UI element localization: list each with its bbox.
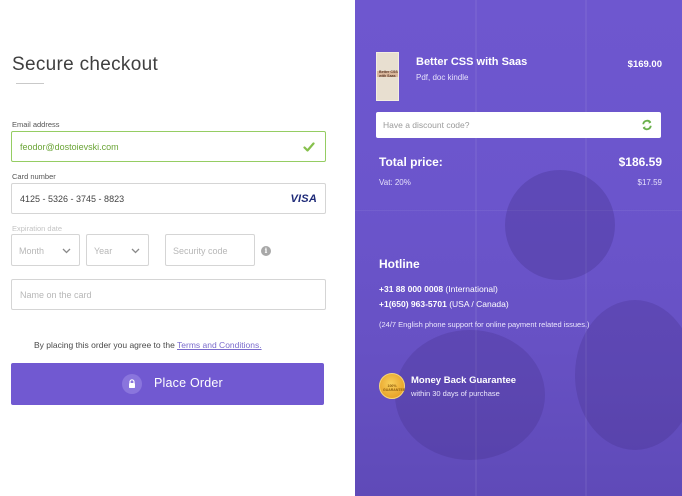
security-code-field[interactable]: Security code <box>165 234 255 266</box>
email-label: Email address <box>12 120 60 129</box>
checkout-form-panel: Secure checkout Email address feodor@dos… <box>0 0 355 496</box>
info-icon[interactable]: i <box>261 246 271 256</box>
phone-intl-number: +31 88 000 0008 <box>379 284 444 294</box>
security-code-placeholder: Security code <box>173 246 228 256</box>
background-decoration <box>505 170 615 280</box>
vat-value: $17.59 <box>637 178 662 187</box>
book-cover-text: Better CSS with Saas <box>379 70 398 78</box>
order-summary-panel: Better CSS with Saas Better CSS with Saa… <box>355 0 682 496</box>
phone-international[interactable]: +31 88 000 0008 (International) <box>379 284 498 294</box>
email-field[interactable]: feodor@dostoievski.com <box>11 131 326 162</box>
vat-label: Vat: 20% <box>379 178 411 187</box>
refresh-icon[interactable] <box>641 119 653 131</box>
year-select[interactable]: Year <box>86 234 149 266</box>
card-number-value: 4125 - 5326 - 3745 - 8823 <box>20 194 125 204</box>
email-value: feodor@dostoievski.com <box>20 142 119 152</box>
phone-intl-region: (International) <box>443 284 498 294</box>
chevron-down-icon <box>131 248 140 254</box>
discount-placeholder: Have a discount code? <box>383 120 470 130</box>
place-order-button[interactable]: Place Order <box>11 363 324 405</box>
guarantee-subtitle: within 30 days of purchase <box>411 389 500 398</box>
year-placeholder: Year <box>94 246 113 256</box>
hotline-title: Hotline <box>379 257 420 271</box>
badge-text: 100% GUARANTEE <box>383 384 406 392</box>
phone-usa-canada[interactable]: +1(650) 963-5701 (USA / Canada) <box>379 299 509 309</box>
product-price: $169.00 <box>627 59 662 70</box>
title-underline <box>16 83 44 84</box>
name-on-card-placeholder: Name on the card <box>20 290 92 300</box>
chevron-down-icon <box>62 248 71 254</box>
background-decoration <box>575 300 682 450</box>
month-select[interactable]: Month <box>11 234 80 266</box>
guarantee-title: Money Back Guarantee <box>411 375 517 386</box>
card-number-label: Card number <box>12 172 56 181</box>
lock-icon <box>122 374 142 394</box>
terms-text: By placing this order you agree to the <box>34 340 178 350</box>
support-note: (24/7 English phone support for online p… <box>379 320 590 329</box>
month-placeholder: Month <box>19 246 45 256</box>
expiration-label: Expiration date <box>12 224 63 233</box>
card-number-field[interactable]: 4125 - 5326 - 3745 - 8823 VISA <box>11 183 326 214</box>
check-icon <box>303 142 315 152</box>
product-title: Better CSS with Saas <box>416 56 528 68</box>
place-order-label: Place Order <box>154 376 223 390</box>
phone-us-region: (USA / Canada) <box>446 299 509 309</box>
total-price-value: $186.59 <box>618 155 662 169</box>
visa-icon: VISA <box>290 193 317 205</box>
product-subtitle: Pdf, doc kindle <box>416 73 469 82</box>
name-on-card-field[interactable]: Name on the card <box>11 279 326 310</box>
terms-notice: By placing this order you agree to the T… <box>34 340 262 350</box>
terms-link[interactable]: Terms and Conditions. <box>177 340 262 350</box>
page-title: Secure checkout <box>12 54 159 75</box>
phone-us-number: +1(650) 963-5701 <box>379 299 447 309</box>
guarantee-badge-icon: 100% GUARANTEE <box>379 373 405 399</box>
discount-code-input[interactable]: Have a discount code? <box>376 112 661 138</box>
total-price-label: Total price: <box>379 155 443 169</box>
book-cover-image: Better CSS with Saas <box>376 52 399 101</box>
